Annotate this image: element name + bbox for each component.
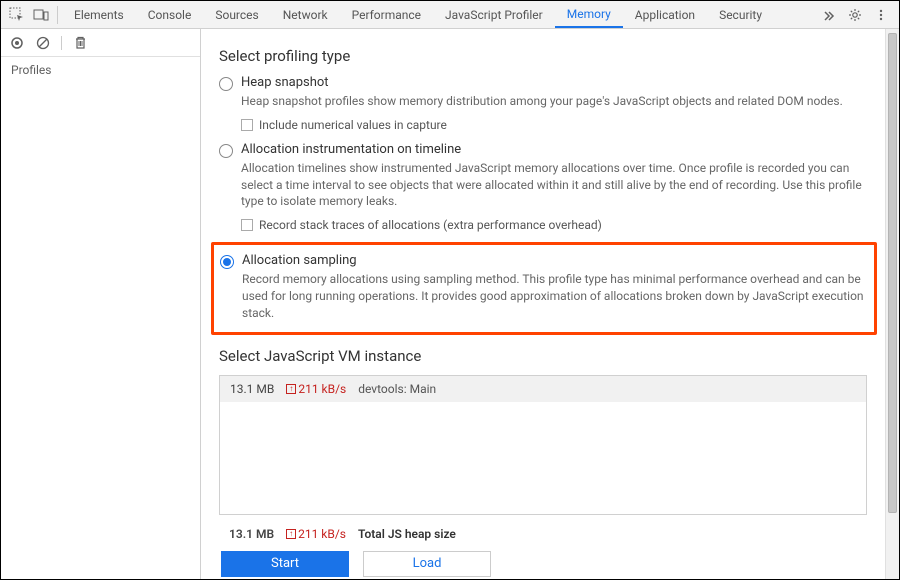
profiles-toolbar [1, 29, 200, 57]
record-icon[interactable] [9, 35, 25, 51]
option-heap-snapshot: Heap snapshot Heap snapshot profiles sho… [219, 75, 867, 132]
option-label[interactable]: Allocation instrumentation on timeline [241, 142, 461, 157]
checkbox-label[interactable]: Record stack traces of allocations (extr… [259, 218, 602, 232]
option-allocation-sampling: Allocation sampling Record memory alloca… [220, 253, 864, 321]
option-label[interactable]: Heap snapshot [241, 75, 329, 90]
divider [61, 36, 62, 50]
kebab-menu-icon[interactable] [871, 5, 891, 25]
tab-sources[interactable]: Sources [203, 1, 270, 28]
load-button[interactable]: Load [363, 551, 491, 577]
start-button[interactable]: Start [221, 551, 349, 577]
divider [57, 6, 58, 24]
tab-console[interactable]: Console [136, 1, 204, 28]
checkbox-record-stack-traces[interactable] [241, 219, 253, 231]
option-desc: Allocation timelines show instrumented J… [241, 160, 867, 210]
device-toolbar-icon[interactable] [29, 3, 53, 27]
vm-rate-value: 211 kB/s [298, 382, 346, 396]
arrow-up-icon: ↑ [286, 384, 296, 394]
scrollbar-thumb[interactable] [888, 33, 897, 513]
radio-allocation-timeline[interactable] [219, 144, 233, 158]
tab-network[interactable]: Network [271, 1, 340, 28]
radio-heap-snapshot[interactable] [219, 77, 233, 91]
vm-instance-heading: Select JavaScript VM instance [219, 347, 867, 365]
vm-rate: ↑ 211 kB/s [286, 382, 346, 396]
vm-instance-row[interactable]: 13.1 MB ↑ 211 kB/s devtools: Main [220, 376, 866, 402]
summary-memory-value: 13.1 MB [229, 527, 274, 541]
action-buttons: Start Load [219, 551, 867, 577]
more-tabs-icon[interactable] [819, 5, 839, 25]
inspect-element-icon[interactable] [5, 3, 29, 27]
sidebar-section-profiles: Profiles [1, 57, 200, 83]
summary-rate-value: 211 kB/s [298, 527, 346, 541]
vm-instance-list: 13.1 MB ↑ 211 kB/s devtools: Main [219, 375, 867, 515]
heap-summary: 13.1 MB ↑ 211 kB/s Total JS heap size [219, 523, 867, 551]
panel-tabs: Elements Console Sources Network Perform… [62, 1, 819, 28]
highlighted-option: Allocation sampling Record memory alloca… [211, 242, 877, 334]
option-desc: Heap snapshot profiles show memory distr… [241, 93, 867, 110]
tab-application[interactable]: Application [623, 1, 707, 28]
option-label[interactable]: Allocation sampling [242, 253, 357, 268]
vm-instance-name: devtools: Main [358, 382, 436, 396]
summary-label: Total JS heap size [358, 527, 456, 541]
tab-security[interactable]: Security [707, 1, 774, 28]
settings-gear-icon[interactable] [845, 5, 865, 25]
tab-elements[interactable]: Elements [62, 1, 136, 28]
clear-icon[interactable] [35, 35, 51, 51]
checkbox-include-numerical[interactable] [241, 119, 253, 131]
devtools-top-bar: Elements Console Sources Network Perform… [1, 1, 899, 29]
option-allocation-timeline: Allocation instrumentation on timeline A… [219, 142, 867, 232]
delete-icon[interactable] [72, 35, 88, 51]
option-desc: Record memory allocations using sampling… [242, 271, 864, 321]
memory-panel: Select profiling type Heap snapshot Heap… [201, 29, 899, 579]
summary-rate: ↑ 211 kB/s [286, 527, 346, 541]
profiling-type-heading: Select profiling type [219, 47, 867, 65]
checkbox-label[interactable]: Include numerical values in capture [259, 118, 447, 132]
vm-memory-value: 13.1 MB [230, 382, 274, 396]
profiles-sidebar: Profiles [1, 29, 201, 579]
vertical-scrollbar[interactable] [885, 29, 899, 579]
arrow-up-icon: ↑ [286, 529, 296, 539]
radio-allocation-sampling[interactable] [220, 255, 234, 269]
tab-memory[interactable]: Memory [555, 1, 623, 28]
tab-performance[interactable]: Performance [340, 1, 433, 28]
tab-js-profiler[interactable]: JavaScript Profiler [433, 1, 555, 28]
